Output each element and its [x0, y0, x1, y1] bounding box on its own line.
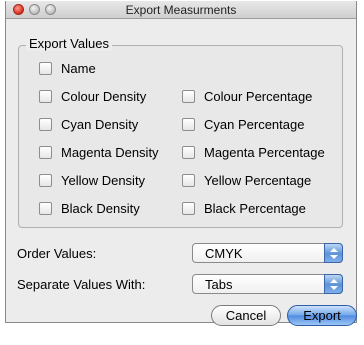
cyan-percentage-label: Cyan Percentage — [204, 117, 305, 132]
name-checkbox-row[interactable]: Name — [39, 61, 96, 76]
cyan-percentage-checkbox[interactable] — [182, 118, 195, 131]
colour-density-checkbox[interactable] — [39, 90, 52, 103]
updown-arrows-icon — [324, 243, 343, 263]
black-density-label: Black Density — [61, 201, 140, 216]
black-percentage-checkbox[interactable] — [182, 202, 195, 215]
colour-percentage-checkbox[interactable] — [182, 90, 195, 103]
black-percentage-label: Black Percentage — [204, 201, 306, 216]
magenta-density-checkbox-row[interactable]: Magenta Density — [39, 145, 159, 160]
title-bar[interactable]: Export Measurments — [6, 1, 356, 19]
magenta-density-label: Magenta Density — [61, 145, 159, 160]
cyan-density-checkbox-row[interactable]: Cyan Density — [39, 117, 138, 132]
magenta-density-checkbox[interactable] — [39, 146, 52, 159]
black-percentage-checkbox-row[interactable]: Black Percentage — [182, 201, 306, 216]
separate-values-label: Separate Values With: — [17, 277, 146, 292]
separate-values-selected: Tabs — [205, 277, 233, 292]
yellow-percentage-checkbox-row[interactable]: Yellow Percentage — [182, 173, 311, 188]
updown-arrows-icon — [324, 274, 343, 294]
name-checkbox-label: Name — [61, 61, 96, 76]
export-values-group-label: Export Values — [26, 36, 112, 51]
magenta-percentage-checkbox[interactable] — [182, 146, 195, 159]
order-values-selected: CMYK — [205, 246, 243, 261]
separate-values-popup[interactable]: Tabs — [192, 274, 343, 294]
colour-density-checkbox-row[interactable]: Colour Density — [39, 89, 146, 104]
yellow-density-label: Yellow Density — [61, 173, 146, 188]
black-density-checkbox-row[interactable]: Black Density — [39, 201, 140, 216]
colour-percentage-label: Colour Percentage — [204, 89, 313, 104]
cyan-density-checkbox[interactable] — [39, 118, 52, 131]
export-button[interactable]: Export — [287, 305, 357, 326]
name-checkbox[interactable] — [39, 62, 52, 75]
colour-density-label: Colour Density — [61, 89, 147, 104]
order-values-label: Order Values: — [17, 246, 97, 261]
cyan-percentage-checkbox-row[interactable]: Cyan Percentage — [182, 117, 304, 132]
magenta-percentage-checkbox-row[interactable]: Magenta Percentage — [182, 145, 325, 160]
window-title: Export Measurments — [125, 3, 237, 17]
cancel-button[interactable]: Cancel — [211, 305, 281, 326]
yellow-percentage-checkbox[interactable] — [182, 174, 195, 187]
cyan-density-label: Cyan Density — [61, 117, 139, 132]
colour-percentage-checkbox-row[interactable]: Colour Percentage — [182, 89, 312, 104]
order-values-popup[interactable]: CMYK — [192, 243, 343, 263]
export-button-label: Export — [303, 308, 341, 323]
yellow-percentage-label: Yellow Percentage — [204, 173, 312, 188]
magenta-percentage-label: Magenta Percentage — [204, 145, 325, 160]
yellow-density-checkbox-row[interactable]: Yellow Density — [39, 173, 145, 188]
black-density-checkbox[interactable] — [39, 202, 52, 215]
yellow-density-checkbox[interactable] — [39, 174, 52, 187]
